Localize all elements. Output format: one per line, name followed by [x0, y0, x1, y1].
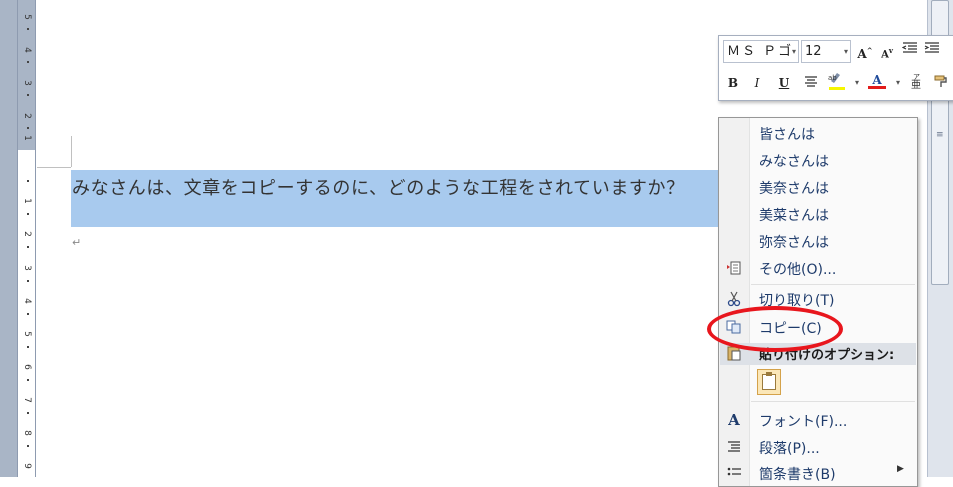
highlighter-icon: ab — [828, 73, 840, 83]
center-align-button[interactable] — [801, 73, 821, 93]
ruler-number: 6 — [22, 364, 32, 370]
menu-item-label: 美菜さんは — [759, 208, 829, 224]
menu-item-bullets[interactable]: 箇条書き(B) ▶ — [719, 461, 917, 487]
ruler-number: 5 — [22, 14, 32, 20]
increase-indent-icon — [924, 42, 939, 53]
mini-formatting-toolbar: ＭＳ Ｐゴ ▾ 12 ▾ A^ Av B I U ab ▾ A ▾ ア亜 — [718, 35, 953, 101]
ruler-number: 2 — [22, 113, 32, 119]
menu-item-label: 箇条書き(B) — [759, 467, 836, 483]
highlight-button[interactable]: ab — [826, 71, 846, 91]
margin-corner-mark — [71, 136, 72, 167]
ruler-dot — [27, 379, 29, 381]
ruler-number: 1 — [22, 135, 32, 141]
highlight-dropdown-icon[interactable]: ▾ — [847, 73, 867, 93]
ruler-dot — [27, 280, 29, 282]
increase-indent-button[interactable] — [922, 41, 942, 61]
other-suggestions-icon — [726, 260, 742, 276]
menu-separator — [751, 284, 915, 285]
format-painter-icon — [934, 75, 947, 87]
ruler-number: 8 — [22, 430, 32, 436]
font-color-bar — [868, 86, 886, 89]
shrink-font-button[interactable]: Av — [877, 41, 897, 61]
menu-item-label: 皆さんは — [759, 127, 815, 143]
ruler-dot — [27, 127, 29, 129]
ruler-dot — [27, 180, 29, 182]
ruler-number: 1 — [22, 198, 32, 204]
ruler-number: 2 — [22, 231, 32, 237]
highlight-color-bar — [829, 87, 845, 90]
left-gutter — [0, 0, 17, 477]
underline-button[interactable]: U — [774, 73, 794, 93]
ruler-dot — [27, 213, 29, 215]
ruler-dot — [27, 445, 29, 447]
font-color-button[interactable]: A — [867, 70, 887, 90]
shrink-font-icon: A — [881, 49, 889, 61]
menu-item-label: 美奈さんは — [759, 181, 829, 197]
phonetic-guide-icon: ア亜 — [911, 73, 921, 91]
font-color-icon: A — [872, 73, 882, 87]
font-icon: A — [728, 411, 740, 429]
italic-button[interactable]: I — [747, 73, 767, 93]
ruler-number: 3 — [22, 80, 32, 86]
grow-font-button[interactable]: A^ — [855, 41, 875, 61]
scroll-grip-icon: ≡ — [936, 130, 944, 140]
menu-item-label: フォント(F)... — [759, 414, 848, 430]
ruler-number: 5 — [22, 331, 32, 337]
font-name-value: ＭＳ Ｐゴ — [727, 44, 794, 59]
decrease-indent-button[interactable] — [900, 41, 920, 61]
ruler-number: 3 — [22, 265, 32, 271]
menu-item-other[interactable]: その他(O)... — [719, 256, 917, 282]
menu-item-label: その他(O)... — [759, 262, 837, 278]
scissors-icon — [726, 291, 742, 307]
menu-item-suggestion-2[interactable]: みなさんは — [719, 148, 917, 174]
grow-font-icon: A — [857, 47, 867, 61]
decrease-indent-icon — [901, 42, 917, 53]
font-name-combo[interactable]: ＭＳ Ｐゴ ▾ — [723, 40, 799, 63]
paragraph-icon — [726, 439, 742, 455]
align-center-icon — [805, 76, 817, 87]
ruler-number: 7 — [22, 397, 32, 403]
chevron-down-icon[interactable]: ▾ — [792, 41, 796, 62]
bold-button[interactable]: B — [723, 73, 743, 93]
ruler-number: 9 — [22, 463, 32, 469]
ruler-dot — [27, 61, 29, 63]
menu-item-suggestion-1[interactable]: 皆さんは — [719, 121, 917, 147]
ruler-dot — [27, 346, 29, 348]
submenu-arrow-icon: ▶ — [897, 464, 904, 474]
ruler-dot — [27, 246, 29, 248]
menu-item-label: 弥奈さんは — [759, 235, 829, 251]
menu-separator — [751, 401, 915, 402]
menu-item-suggestion-5[interactable]: 弥奈さんは — [719, 229, 917, 255]
vertical-ruler[interactable]: 5 4 3 2 1 1 2 3 4 5 6 7 8 9 — [17, 0, 36, 477]
ruler-dot — [27, 94, 29, 96]
ruler-dot — [27, 313, 29, 315]
paste-clipboard-icon — [762, 372, 776, 390]
bullets-icon — [726, 465, 742, 481]
font-size-combo[interactable]: 12 ▾ — [801, 40, 851, 63]
menu-item-font[interactable]: A フォント(F)... — [719, 408, 917, 434]
menu-item-suggestion-3[interactable]: 美奈さんは — [719, 175, 917, 201]
context-menu: 皆さんは みなさんは 美奈さんは 美菜さんは 弥奈さんは その他(O)... 切… — [718, 117, 918, 487]
ruler-dot — [27, 412, 29, 414]
svg-text:亜: 亜 — [911, 80, 921, 89]
paragraph-mark: ↵ — [72, 236, 82, 249]
ruler-number: 4 — [22, 47, 32, 53]
menu-item-label: 段落(P)... — [759, 441, 820, 457]
ruler-number: 4 — [22, 298, 32, 304]
font-color-dropdown-icon[interactable]: ▾ — [888, 73, 908, 93]
ruler-dot — [27, 28, 29, 30]
chevron-down-icon[interactable]: ▾ — [844, 41, 848, 62]
margin-corner-mark — [37, 167, 71, 168]
red-highlight-oval — [707, 306, 843, 352]
menu-item-label: みなさんは — [759, 154, 829, 170]
format-painter-button[interactable] — [931, 73, 951, 93]
svg-text:ab: ab — [828, 74, 837, 82]
menu-item-suggestion-4[interactable]: 美菜さんは — [719, 202, 917, 228]
font-size-value: 12 — [805, 44, 822, 59]
selected-paragraph-text[interactable]: みなさんは、文章をコピーするのに、どのような工程をされていますか？ — [72, 174, 685, 200]
paste-keep-formatting-button[interactable] — [757, 369, 781, 395]
menu-item-paragraph[interactable]: 段落(P)... — [719, 435, 917, 461]
phonetic-guide-button[interactable]: ア亜 — [907, 73, 927, 93]
